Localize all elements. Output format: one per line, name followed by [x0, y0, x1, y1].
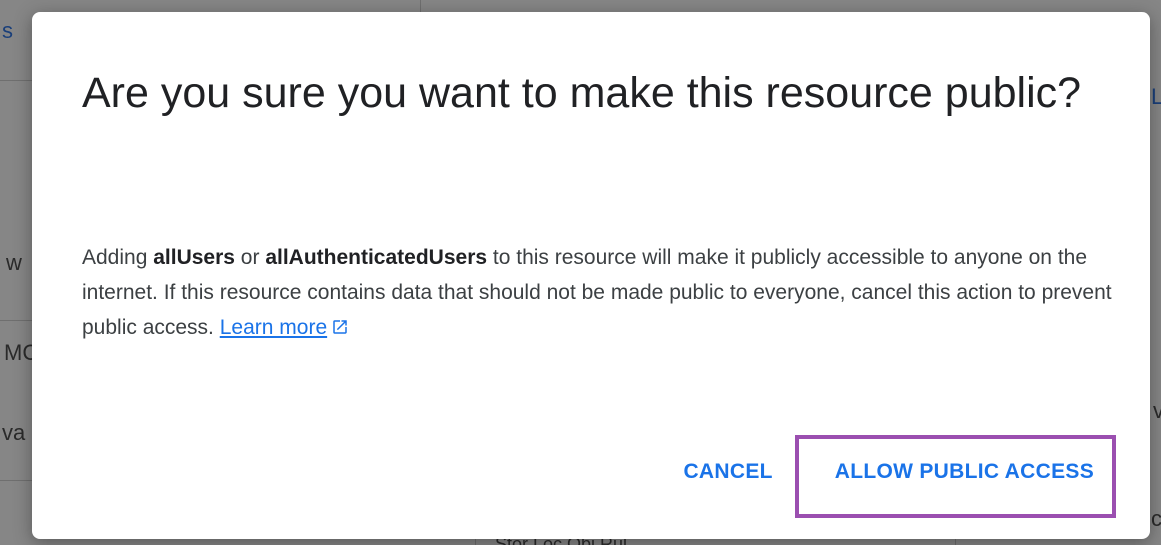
allow-public-access-button[interactable]: ALLOW PUBLIC ACCESS [819, 452, 1110, 492]
external-link-icon [333, 320, 347, 334]
body-text-1: Adding [82, 246, 154, 269]
learn-more-label: Learn more [219, 316, 328, 339]
background-divider [0, 480, 32, 481]
background-divider [955, 539, 956, 545]
background-text: c [1151, 506, 1161, 531]
background-divider [475, 539, 476, 545]
background-text: s [2, 18, 13, 43]
background-divider [0, 80, 32, 81]
body-text-2: or [234, 246, 266, 269]
background-text: w [6, 250, 22, 275]
body-bold-allusers: allUsers [153, 246, 235, 269]
dialog-body: Adding allUsers or allAuthenticatedUsers… [82, 240, 1112, 345]
learn-more-link[interactable]: Learn more [220, 316, 349, 339]
background-text: L [1151, 84, 1161, 109]
background-divider [420, 0, 421, 12]
dialog-actions: CANCEL ALLOW PUBLIC ACCESS [667, 450, 1110, 494]
background-divider [0, 320, 32, 321]
background-text: va [2, 420, 26, 445]
background-text: v [1153, 398, 1161, 423]
body-bold-allauthenticatedusers: allAuthenticatedUsers [265, 246, 488, 269]
dialog-title: Are you sure you want to make this resou… [82, 69, 1082, 117]
cancel-button[interactable]: CANCEL [667, 452, 788, 492]
confirm-public-dialog: Are you sure you want to make this resou… [32, 12, 1150, 539]
